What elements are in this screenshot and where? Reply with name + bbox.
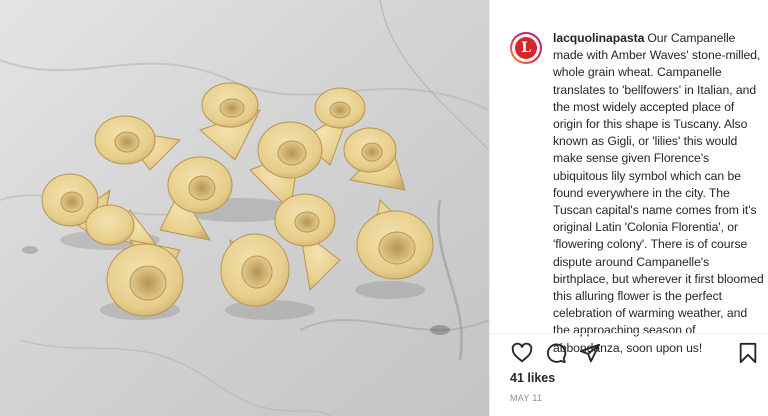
comment-icon [547, 343, 567, 364]
heart-icon [511, 342, 533, 363]
post-caption: lacquolinapasta Our Campanelle made with … [553, 30, 765, 357]
caption-text: Our Campanelle made with Amber Waves' st… [553, 31, 764, 355]
share-icon [579, 343, 601, 363]
pasta-photo-image [0, 0, 489, 416]
like-button[interactable] [510, 341, 534, 365]
bookmark-icon [739, 342, 757, 364]
post-actions [510, 341, 762, 365]
brand-logo-icon: L [515, 37, 537, 59]
comment-button[interactable] [544, 341, 568, 365]
username-link[interactable]: lacquolinapasta [553, 31, 644, 45]
likes-count[interactable]: 41 likes [510, 371, 555, 385]
post-photo[interactable] [0, 0, 489, 416]
divider [490, 333, 768, 334]
save-button[interactable] [736, 341, 760, 365]
avatar[interactable]: L [510, 32, 542, 64]
post-date: MAY 11 [510, 393, 543, 403]
post-side-panel: L lacquolinapasta Our Campanelle made wit… [489, 0, 768, 416]
share-button[interactable] [578, 341, 602, 365]
